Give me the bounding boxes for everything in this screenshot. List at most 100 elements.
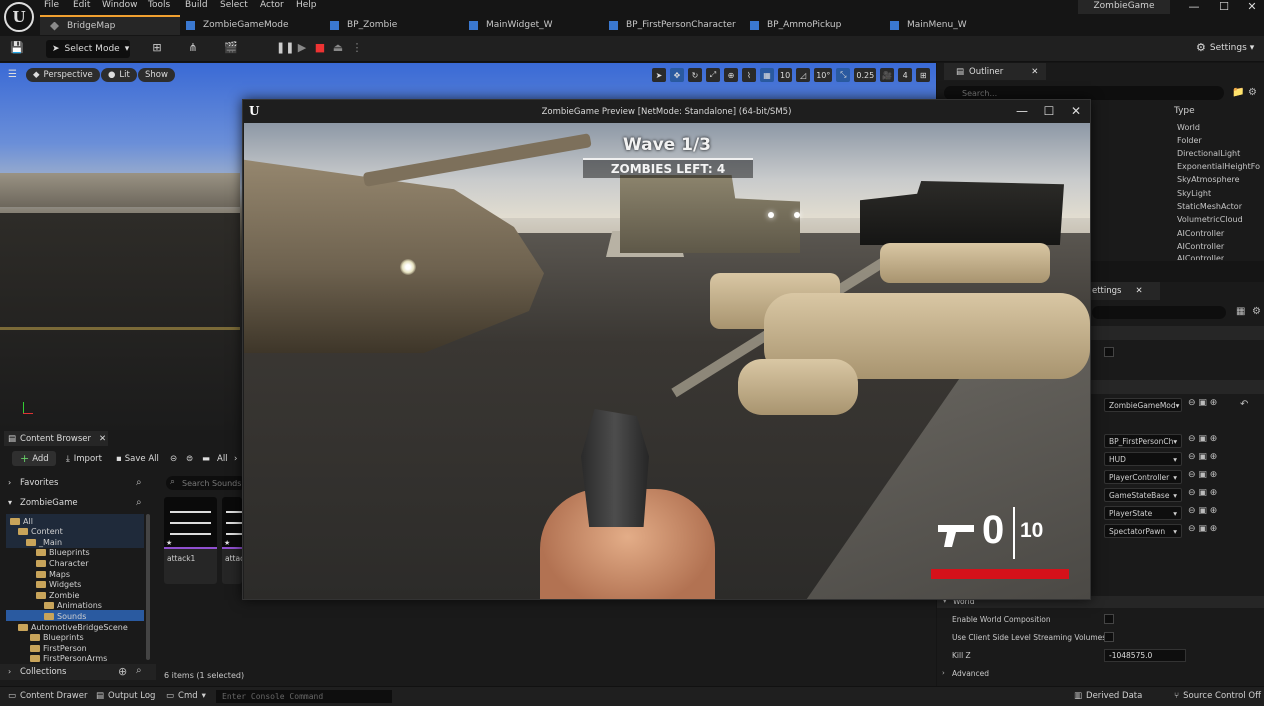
derived-data-button[interactable]: ▥ Derived Data (1074, 691, 1142, 701)
table-view-icon[interactable]: ▦ (1236, 306, 1245, 317)
scale-snap-icon[interactable]: ⤡ (836, 68, 851, 82)
tree-folder[interactable]: FirstPersonArms (30, 654, 107, 662)
tree-folder[interactable]: Blueprints (36, 547, 90, 557)
viewport-menu-icon[interactable]: ☰ (8, 69, 17, 80)
tree-folder-selected[interactable]: Sounds (44, 611, 86, 621)
menu-window[interactable]: Window (102, 0, 138, 12)
collections-header[interactable]: › Collections ⊕ ⌕ (0, 664, 156, 680)
asset-search-input[interactable]: Search Sounds (166, 476, 246, 490)
asset-actions-icon[interactable]: ⊖ ▣ ⊕ (1188, 398, 1217, 408)
outliner-row-type[interactable]: Folder (1177, 136, 1202, 145)
outliner-row-type[interactable]: World (1177, 123, 1200, 132)
asset-actions-icon[interactable]: ⊖ ▣ ⊕ (1188, 452, 1217, 462)
tree-folder[interactable]: Maps (36, 569, 70, 579)
outliner-search-input[interactable]: Search... (944, 86, 1224, 100)
more-options-icon[interactable]: ⋮ (350, 41, 364, 55)
search-icon[interactable]: ⌕ (136, 665, 142, 676)
outliner-row-type[interactable]: AIController (1177, 229, 1224, 238)
details-settings-icon[interactable]: ⚙ (1252, 306, 1261, 317)
save-all-button[interactable]: ▪ Save All (116, 451, 159, 466)
settings-button[interactable]: ⚙ Settings ▾ (1196, 41, 1254, 54)
outliner-row-type[interactable]: SkyAtmosphere (1177, 175, 1240, 184)
tree-folder[interactable]: FirstPerson (30, 643, 87, 653)
menu-select[interactable]: Select (220, 0, 248, 12)
asset-actions-icon[interactable]: ⊖ ▣ ⊕ (1188, 434, 1217, 444)
select-mode-dropdown[interactable]: ➤ Select Mode ▾ (46, 40, 130, 58)
unreal-logo-icon[interactable]: U (4, 2, 34, 32)
tree-folder[interactable]: _Main (26, 537, 62, 547)
eject-icon[interactable]: ⏏ (331, 41, 345, 55)
camera-speed-icon[interactable]: 🎥 (880, 68, 895, 82)
pause-icon[interactable]: ❚❚ (276, 41, 294, 55)
outliner-row-type[interactable]: DirectionalLight (1177, 149, 1240, 158)
outliner-settings-icon[interactable]: ⚙ (1248, 87, 1257, 98)
tree-folder[interactable]: Content (18, 526, 63, 536)
outliner-row-type[interactable]: StaticMeshActor (1177, 202, 1242, 211)
surface-snap-icon[interactable]: ⌇ (742, 68, 756, 82)
game-preview-window[interactable]: U ZombieGame Preview [NetMode: Standalon… (242, 99, 1091, 600)
add-button[interactable]: + Add (12, 451, 56, 466)
scale-snap-value[interactable]: 0.25 (854, 68, 877, 82)
grid-snap-icon[interactable]: ▦ (760, 68, 774, 82)
cmd-dropdown[interactable]: ▭ Cmd ▾ (166, 691, 206, 701)
player-controller-class-dropdown[interactable]: PlayerController ▾ (1104, 470, 1182, 484)
folder-icon[interactable]: ▬ (202, 451, 210, 466)
lit-button[interactable]: ● Lit (101, 68, 137, 82)
asset-actions-icon[interactable]: ⊖ ▣ ⊕ (1188, 470, 1217, 480)
player-state-class-dropdown[interactable]: PlayerState ▾ (1104, 506, 1182, 520)
game-mode-override-dropdown[interactable]: ZombieGameMod ▾ (1104, 398, 1182, 412)
move-tool-icon[interactable]: ✥ (670, 68, 684, 82)
source-control-button[interactable]: ⑂ Source Control Off (1174, 691, 1261, 701)
menu-file[interactable]: File (44, 0, 59, 12)
tab-bp-zombie[interactable]: BP_Zombie (330, 15, 465, 35)
client-side-streaming-checkbox[interactable] (1104, 632, 1114, 642)
kill-z-input[interactable]: -1048575.0 (1104, 649, 1186, 662)
outliner-row-type[interactable]: AIController (1177, 242, 1224, 251)
minimize-icon[interactable]: — (1011, 103, 1033, 119)
tree-folder[interactable]: All (10, 516, 33, 526)
sound-asset-tile[interactable]: ★ attac (222, 497, 242, 584)
close-tab-icon[interactable]: ✕ (1135, 286, 1142, 296)
enable-world-composition-checkbox[interactable] (1104, 614, 1114, 624)
path-all[interactable]: All (217, 451, 228, 466)
search-icon[interactable]: ⌕ (136, 497, 142, 508)
rotation-snap-icon[interactable]: ◿ (796, 68, 811, 82)
add-collection-icon[interactable]: ⊕ (118, 665, 127, 678)
menu-build[interactable]: Build (185, 0, 208, 12)
menu-edit[interactable]: Edit (73, 0, 90, 12)
history-forward-icon[interactable]: ⊜ (186, 451, 193, 466)
asset-actions-icon[interactable]: ⊖ ▣ ⊕ (1188, 488, 1217, 498)
console-command-input[interactable]: Enter Console Command (216, 690, 392, 703)
maximize-icon[interactable]: ☐ (1038, 103, 1060, 119)
maximize-viewport-icon[interactable]: ⊞ (916, 68, 931, 82)
save-icon[interactable]: 💾 (10, 41, 24, 55)
asset-actions-icon[interactable]: ⊖ ▣ ⊕ (1188, 506, 1217, 516)
preview-title-bar[interactable]: U ZombieGame Preview [NetMode: Standalon… (243, 100, 1090, 123)
perspective-button[interactable]: ◆ Perspective (26, 68, 100, 82)
minimize-icon[interactable]: — (1184, 0, 1204, 14)
tab-bp-ammopickup[interactable]: BP_AmmoPickup (750, 15, 890, 35)
outliner-row-type[interactable]: SkyLight (1177, 189, 1211, 198)
output-log-button[interactable]: ▤ Output Log (96, 691, 155, 701)
project-root-header[interactable]: ZombieGame (20, 498, 78, 508)
grid-snap-value[interactable]: 10 (778, 68, 793, 82)
menu-actor[interactable]: Actor (260, 0, 284, 12)
show-button[interactable]: Show (138, 68, 175, 82)
add-folder-icon[interactable]: 📁 (1232, 87, 1244, 98)
rotation-snap-value[interactable]: 10° (814, 68, 833, 82)
reset-arrow-icon[interactable]: ↶ (1240, 399, 1248, 410)
close-tab-icon[interactable]: ✕ (1031, 67, 1038, 77)
close-icon[interactable]: ✕ (1065, 103, 1087, 119)
favorites-header[interactable]: Favorites (20, 478, 58, 488)
spectator-class-dropdown[interactable]: SpectatorPawn ▾ (1104, 524, 1182, 538)
advanced-section-label[interactable]: Advanced (952, 669, 989, 678)
world-settings-tab[interactable]: ettings ✕ (1090, 282, 1160, 300)
sound-asset-tile[interactable]: ★ attack1 (164, 497, 217, 584)
tab-bp-firstpersoncharacter[interactable]: BP_FirstPersonCharacter (609, 15, 749, 35)
tree-folder[interactable]: AutomotiveBridgeScene (18, 622, 128, 632)
add-actor-icon[interactable]: ⊞ (150, 41, 164, 55)
tree-scrollbar[interactable] (146, 514, 150, 660)
menu-help[interactable]: Help (296, 0, 317, 12)
cinematics-icon[interactable]: 🎬 (224, 41, 238, 55)
asset-actions-icon[interactable]: ⊖ ▣ ⊕ (1188, 524, 1217, 534)
